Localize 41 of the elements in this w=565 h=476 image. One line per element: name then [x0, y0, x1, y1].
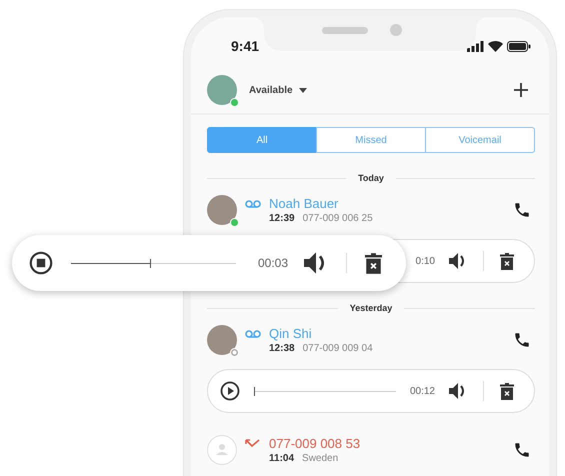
volume-icon[interactable] [449, 383, 467, 399]
play-icon[interactable] [220, 381, 240, 401]
add-icon[interactable] [513, 82, 529, 98]
delete-icon[interactable] [500, 382, 514, 400]
contact-avatar [207, 325, 237, 355]
stop-icon[interactable] [29, 251, 53, 275]
filter-tab[interactable]: Voicemail [425, 127, 535, 153]
call-detail: Sweden [302, 453, 338, 464]
signal-icon [467, 40, 484, 52]
section-heading: Today [357, 173, 385, 183]
caret-icon [298, 88, 307, 92]
delete-icon[interactable] [500, 252, 514, 270]
unknown-contact-icon [207, 435, 237, 465]
wifi-icon [488, 40, 503, 52]
caller-name[interactable]: Qin Shi [269, 326, 312, 341]
section-heading: Yesterday [348, 303, 394, 313]
playback-time: 0:10 [416, 256, 435, 266]
caller-name[interactable]: Noah Bauer [269, 196, 338, 211]
battery-icon [507, 40, 531, 52]
playback-time: 00:03 [258, 256, 288, 270]
voicemail-icon [245, 200, 261, 208]
caller-name[interactable]: 077-009 008 53 [269, 436, 360, 451]
call-time: 11:04 [269, 453, 294, 464]
voicemail-icon [245, 330, 261, 338]
contact-avatar [207, 195, 237, 225]
volume-icon[interactable] [449, 253, 467, 269]
presence-dot [230, 98, 239, 107]
phone-icon[interactable] [513, 201, 531, 219]
status-time: 9:41 [231, 38, 260, 54]
filter-tab[interactable]: Missed [316, 127, 426, 153]
call-time: 12:39 [269, 213, 295, 224]
call-detail: 077-009 009 04 [302, 343, 373, 354]
playback-time: 00:12 [410, 386, 435, 396]
status-dropdown[interactable]: Available [247, 82, 309, 98]
filter-tab[interactable]: All [207, 127, 317, 153]
phone-icon[interactable] [513, 441, 531, 459]
call-time: 12:38 [269, 343, 295, 354]
phone-icon[interactable] [513, 331, 531, 349]
missed-call-icon [245, 438, 261, 448]
delete-icon[interactable] [365, 252, 382, 274]
call-detail: 077-009 006 25 [302, 213, 373, 224]
